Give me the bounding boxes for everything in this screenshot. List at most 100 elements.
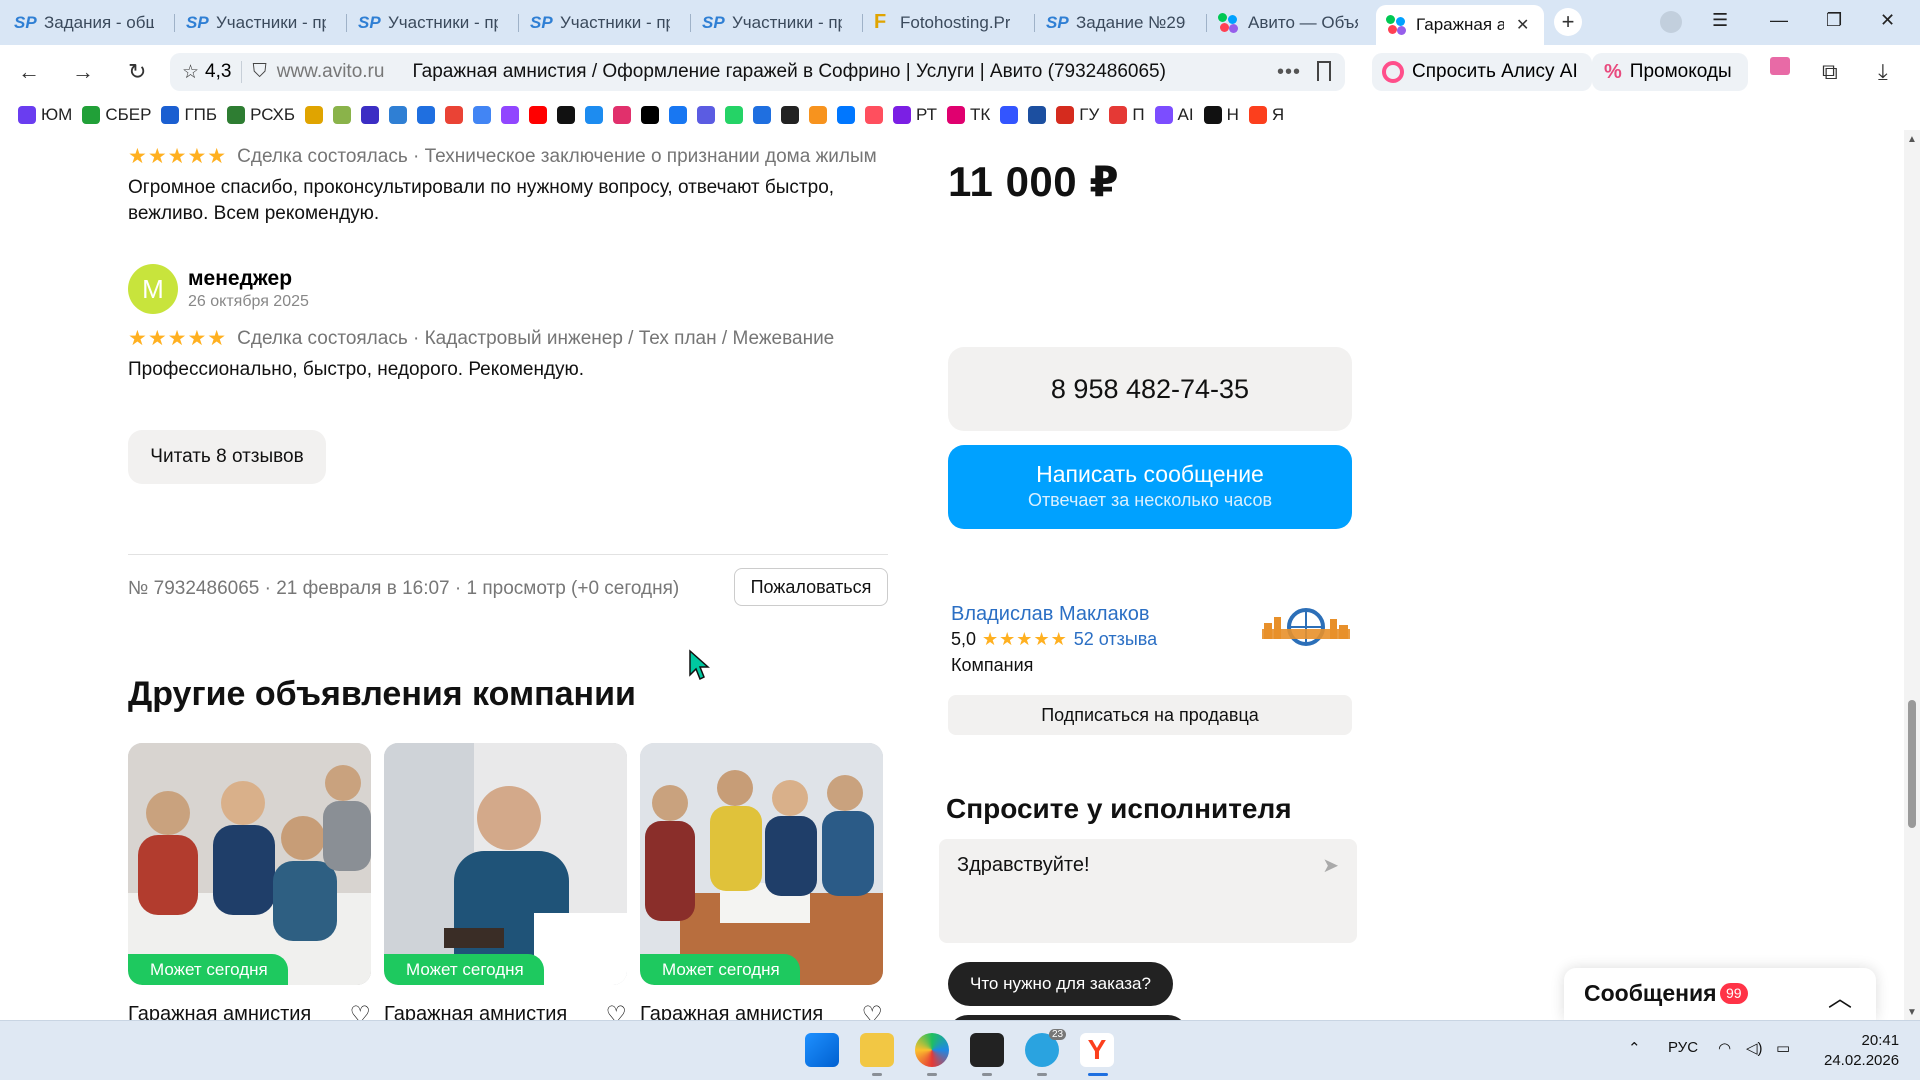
scroll-up-icon[interactable]: ▲ bbox=[1907, 134, 1917, 145]
listing-card[interactable]: Может сегодня Гаражная амнистия ♡ bbox=[384, 743, 627, 1020]
browser-tab[interactable]: F Fotohosting.Pro bbox=[864, 6, 1032, 39]
page-scrollbar[interactable]: ▲ ▼ bbox=[1904, 130, 1920, 1020]
scrollbar-thumb[interactable] bbox=[1908, 700, 1916, 828]
bookmark-item[interactable]: ГУ bbox=[1056, 105, 1099, 125]
bookmark-item[interactable] bbox=[753, 106, 772, 124]
wifi-icon[interactable]: ◠ bbox=[1718, 1039, 1731, 1057]
address-bar[interactable]: ☆ 4,3 ⛉ www.avito.ru Гаражная амнистия /… bbox=[170, 53, 1345, 91]
browser-tab-active[interactable]: Гаражная ам ✕ bbox=[1376, 5, 1544, 45]
edge-icon[interactable] bbox=[915, 1033, 949, 1067]
listing-photo[interactable]: Может сегодня bbox=[128, 743, 371, 985]
bookmark-item[interactable] bbox=[305, 106, 324, 124]
bookmark-item[interactable]: ГПБ bbox=[161, 105, 217, 125]
bookmark-item[interactable] bbox=[865, 106, 884, 124]
shield-icon[interactable]: ⛉ bbox=[252, 61, 266, 83]
language-indicator[interactable]: РУС bbox=[1668, 1039, 1698, 1056]
ask-input[interactable]: Здравствуйте! ➤ bbox=[939, 839, 1357, 943]
seller-logo[interactable] bbox=[1262, 605, 1350, 651]
quick-question-chip[interactable]: Что нужно для заказа? bbox=[948, 962, 1173, 1006]
browser-tab[interactable]: SP Участники - пр bbox=[692, 6, 860, 39]
bookmark-item[interactable]: Н bbox=[1203, 105, 1239, 125]
bookmark-icon[interactable] bbox=[1317, 61, 1331, 81]
reload-icon[interactable]: ↻ bbox=[128, 59, 146, 85]
browser-tab[interactable]: SP Участники - пр bbox=[176, 6, 344, 39]
bookmark-item[interactable] bbox=[361, 106, 380, 124]
bookmark-item[interactable] bbox=[613, 106, 632, 124]
file-explorer-icon[interactable] bbox=[860, 1033, 894, 1067]
listing-card[interactable]: Может сегодня Гаражная амнистия ♡ bbox=[640, 743, 883, 1020]
windows-start-icon[interactable] bbox=[805, 1033, 839, 1067]
menu-icon[interactable]: ☰ bbox=[1712, 10, 1728, 31]
bookmark-item[interactable]: СБЕР bbox=[82, 105, 151, 125]
bookmark-item[interactable] bbox=[781, 106, 800, 124]
browser-tab[interactable]: SP Участники - пр bbox=[520, 6, 688, 39]
more-icon[interactable]: ••• bbox=[1277, 61, 1301, 84]
browser-tab[interactable]: SP Участники - пр bbox=[348, 6, 516, 39]
bookmark-item[interactable] bbox=[417, 106, 436, 124]
bookmark-item[interactable]: ЮМ bbox=[18, 105, 72, 125]
bookmark-item[interactable] bbox=[1028, 106, 1047, 124]
back-icon[interactable]: ← bbox=[18, 59, 40, 85]
restore-icon[interactable]: ❐ bbox=[1826, 10, 1842, 31]
close-window-icon[interactable]: ✕ bbox=[1880, 10, 1895, 31]
bookmark-item[interactable]: Я bbox=[1248, 105, 1284, 125]
bookmark-item[interactable] bbox=[641, 106, 660, 124]
bookmark-item[interactable] bbox=[473, 106, 492, 124]
bookmark-item[interactable]: РТ bbox=[893, 105, 937, 125]
listing-title[interactable]: Гаражная амнистия bbox=[640, 1003, 823, 1020]
seller-name[interactable]: Владислав Маклаков bbox=[951, 603, 1149, 626]
heart-icon[interactable]: ♡ bbox=[861, 1001, 883, 1020]
bookmark-item[interactable] bbox=[697, 106, 716, 124]
chevron-up-icon[interactable]: ⌃ bbox=[1628, 1039, 1641, 1057]
bookmark-item[interactable]: ТК bbox=[947, 105, 990, 125]
bookmark-item[interactable] bbox=[501, 106, 520, 124]
bookmark-item[interactable] bbox=[725, 106, 744, 124]
report-button[interactable]: Пожаловаться bbox=[734, 568, 888, 606]
subscribe-button[interactable]: Подписаться на продавца bbox=[948, 695, 1352, 735]
yandex-browser-icon[interactable]: Y bbox=[1080, 1033, 1114, 1067]
browser-tab[interactable]: SP Задание №290 bbox=[1036, 6, 1204, 39]
review-author[interactable]: менеджер bbox=[188, 267, 292, 291]
scroll-down-icon[interactable]: ▼ bbox=[1907, 1007, 1917, 1018]
send-icon[interactable]: ➤ bbox=[1322, 853, 1339, 878]
bookmark-item[interactable] bbox=[1000, 106, 1019, 124]
bookmark-item[interactable] bbox=[445, 106, 464, 124]
alice-button[interactable]: Спросить Алису AI bbox=[1372, 53, 1592, 91]
bookmark-item[interactable] bbox=[529, 106, 548, 124]
bookmark-item[interactable] bbox=[585, 106, 604, 124]
bookmark-item[interactable] bbox=[389, 106, 408, 124]
extensions-icon[interactable]: ⧉ bbox=[1822, 59, 1838, 85]
listing-title[interactable]: Гаражная амнистия bbox=[384, 1003, 567, 1020]
bookmark-item[interactable] bbox=[837, 106, 856, 124]
close-icon[interactable]: ✕ bbox=[1516, 15, 1529, 35]
volume-icon[interactable]: ◁) bbox=[1746, 1039, 1763, 1057]
seller-reviews-link[interactable]: 52 отзыва bbox=[1074, 629, 1157, 650]
minimize-icon[interactable]: — bbox=[1770, 10, 1788, 31]
promo-button[interactable]: % Промокоды bbox=[1592, 53, 1748, 91]
heart-icon[interactable]: ♡ bbox=[605, 1001, 627, 1020]
bookmark-item[interactable] bbox=[333, 106, 352, 124]
phone-button[interactable]: 8 958 482-74-35 bbox=[948, 347, 1352, 431]
listing-title[interactable]: Гаражная амнистия bbox=[128, 1003, 311, 1020]
bookmark-item[interactable]: РСХБ bbox=[227, 105, 295, 125]
forward-icon[interactable]: → bbox=[72, 59, 94, 85]
profile-icon[interactable] bbox=[1660, 11, 1682, 33]
listing-photo[interactable]: Может сегодня bbox=[384, 743, 627, 985]
bookmark-item[interactable] bbox=[669, 106, 688, 124]
bookmark-item[interactable]: AI bbox=[1154, 105, 1194, 125]
battery-icon[interactable]: ▭ bbox=[1776, 1039, 1790, 1057]
read-reviews-button[interactable]: Читать 8 отзывов bbox=[128, 430, 326, 484]
listing-card[interactable]: Может сегодня Гаражная амнистия ♡ bbox=[128, 743, 371, 1020]
bookmark-item[interactable] bbox=[557, 106, 576, 124]
browser-tab[interactable]: Авито — Объяв bbox=[1208, 6, 1376, 39]
listing-photo[interactable]: Может сегодня bbox=[640, 743, 883, 985]
gallery-icon[interactable] bbox=[1770, 57, 1790, 75]
clock[interactable]: 20:41 24.02.2026 bbox=[1824, 1031, 1899, 1071]
heart-icon[interactable]: ♡ bbox=[349, 1001, 371, 1020]
bookmark-item[interactable] bbox=[809, 106, 828, 124]
h-app-icon[interactable] bbox=[970, 1033, 1004, 1067]
bookmark-item[interactable]: П bbox=[1109, 105, 1145, 125]
new-tab-button[interactable]: + bbox=[1554, 8, 1582, 36]
download-icon[interactable]: ⤓ bbox=[1878, 59, 1888, 85]
write-message-button[interactable]: Написать сообщение Отвечает за несколько… bbox=[948, 445, 1352, 529]
